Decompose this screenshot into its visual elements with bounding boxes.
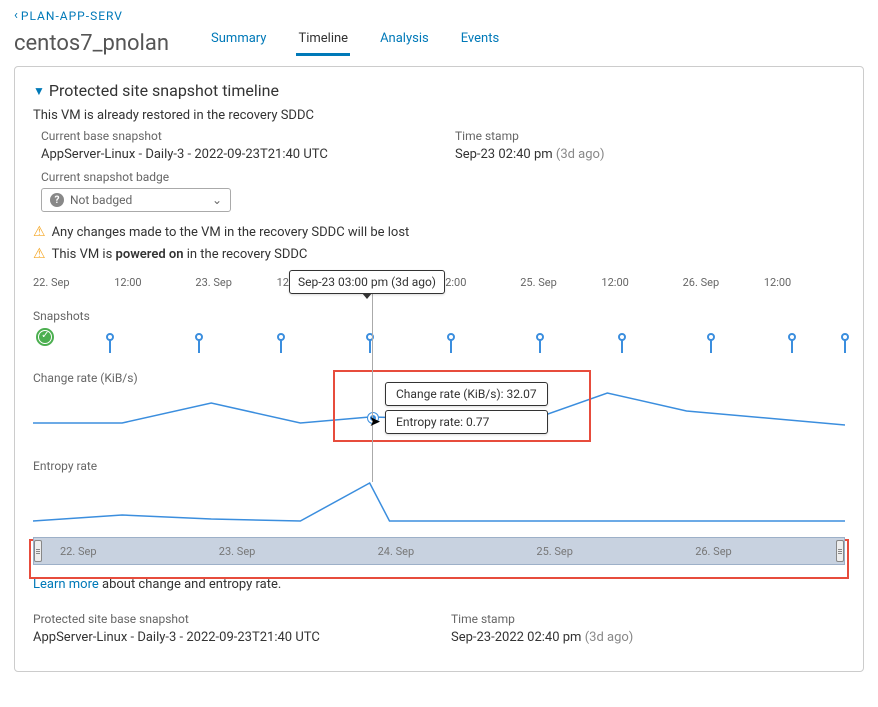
popup-change-rate: Change rate (KiB/s): 32.07	[385, 382, 548, 406]
label-badge: Current snapshot badge	[33, 170, 845, 184]
axis-tick: 23. Sep	[195, 276, 276, 289]
snapshot-pin[interactable]	[788, 333, 796, 353]
learn-more-link[interactable]: Learn more	[33, 577, 99, 592]
tabs: Summary Timeline Analysis Events	[209, 25, 501, 56]
label-snapshots: Snapshots	[33, 309, 845, 323]
snapshot-pin[interactable]	[841, 333, 849, 353]
section-title-text: Protected site snapshot timeline	[49, 81, 279, 100]
breadcrumb-name: APP-SERV	[60, 9, 123, 23]
brush-handle-right[interactable]	[836, 540, 844, 562]
badge-select[interactable]: ? Not badged ⌄	[41, 188, 231, 212]
protected-ts-value: Sep-23-2022 02:40 pm (3d ago)	[451, 630, 845, 645]
label-protected-base: Protected site base snapshot	[33, 612, 427, 626]
badge-select-value: Not badged	[70, 193, 132, 207]
label-entropy-rate: Entropy rate	[33, 459, 845, 473]
label-current-base: Current base snapshot	[41, 129, 431, 143]
brush-tick: 23. Sep	[201, 545, 360, 558]
current-ts-value: Sep-23 02:40 pm (3d ago)	[455, 147, 845, 162]
popup-entropy-rate: Entropy rate: 0.77	[385, 410, 548, 434]
warning-icon: ⚠	[33, 224, 46, 240]
tab-analysis[interactable]: Analysis	[378, 25, 431, 56]
hover-point-change	[368, 413, 378, 423]
label-timestamp-2: Time stamp	[451, 612, 845, 626]
breadcrumb-parent: PLAN	[21, 9, 56, 23]
axis-tick: 12:00	[114, 276, 195, 289]
restored-msg: This VM is already restored in the recov…	[33, 108, 845, 123]
hover-value-popup: Change rate (KiB/s): 32.07 Entropy rate:…	[385, 382, 548, 438]
snapshot-pin[interactable]	[106, 333, 114, 353]
brush-tick: 24. Sep	[360, 545, 519, 558]
chevron-left-icon: ‹	[14, 8, 19, 23]
timeline-panel: ▼ Protected site snapshot timeline This …	[14, 66, 864, 672]
tab-events[interactable]: Events	[459, 25, 501, 56]
timeline-chart-area[interactable]: Sep-23 03:00 pm (3d ago) 22. Sep12:0023.…	[33, 272, 845, 565]
learn-more-row: Learn more about change and entropy rate…	[33, 577, 845, 592]
brush-tick: 25. Sep	[518, 545, 677, 558]
brush-tick: 26. Sep	[677, 545, 836, 558]
brush-ticks: 22. Sep23. Sep24. Sep25. Sep26. Sep	[42, 545, 836, 558]
snapshot-pin[interactable]	[195, 333, 203, 353]
axis-tick: 26. Sep	[683, 276, 764, 289]
time-range-brush[interactable]: 22. Sep23. Sep24. Sep25. Sep26. Sep	[33, 537, 845, 565]
tab-summary[interactable]: Summary	[209, 25, 268, 56]
warning-powered-on: ⚠ This VM is powered on in the recovery …	[33, 246, 845, 262]
brush-tick: 22. Sep	[42, 545, 201, 558]
current-base-value: AppServer-Linux - Daily-3 - 2022-09-23T2…	[41, 147, 431, 162]
hover-tooltip: Sep-23 03:00 pm (3d ago)	[289, 270, 445, 294]
snapshot-pin[interactable]	[277, 333, 285, 353]
breadcrumb[interactable]: ‹ PLAN - APP-SERV	[14, 8, 864, 23]
warning-icon: ⚠	[33, 246, 46, 262]
snapshot-pin[interactable]	[536, 333, 544, 353]
chart-entropy-rate[interactable]	[33, 477, 845, 529]
axis-tick: 12:00	[601, 276, 682, 289]
chevron-down-icon: ⌄	[212, 193, 222, 207]
caret-down-icon: ▼	[33, 84, 45, 98]
help-icon: ?	[50, 193, 64, 207]
warning-changes-lost: ⚠ Any changes made to the VM in the reco…	[33, 224, 845, 240]
snapshot-pin[interactable]	[707, 333, 715, 353]
axis-tick: 25. Sep	[520, 276, 601, 289]
axis-tick: 12:00	[439, 276, 520, 289]
protected-base-value: AppServer-Linux - Daily-3 - 2022-09-23T2…	[33, 630, 427, 645]
axis-tick: 22. Sep	[33, 276, 114, 289]
page-title: centos7_pnolan	[14, 31, 169, 56]
snapshot-pin[interactable]	[447, 333, 455, 353]
section-title[interactable]: ▼ Protected site snapshot timeline	[33, 81, 845, 100]
snapshot-pin[interactable]	[618, 333, 626, 353]
snapshot-pins-row[interactable]	[33, 329, 845, 353]
axis-tick: 12:00	[764, 276, 845, 289]
snapshot-pin-current[interactable]	[41, 333, 49, 353]
label-timestamp: Time stamp	[455, 129, 845, 143]
tab-timeline[interactable]: Timeline	[296, 25, 350, 56]
hover-guideline	[372, 292, 373, 482]
brush-handle-left[interactable]	[34, 540, 42, 562]
